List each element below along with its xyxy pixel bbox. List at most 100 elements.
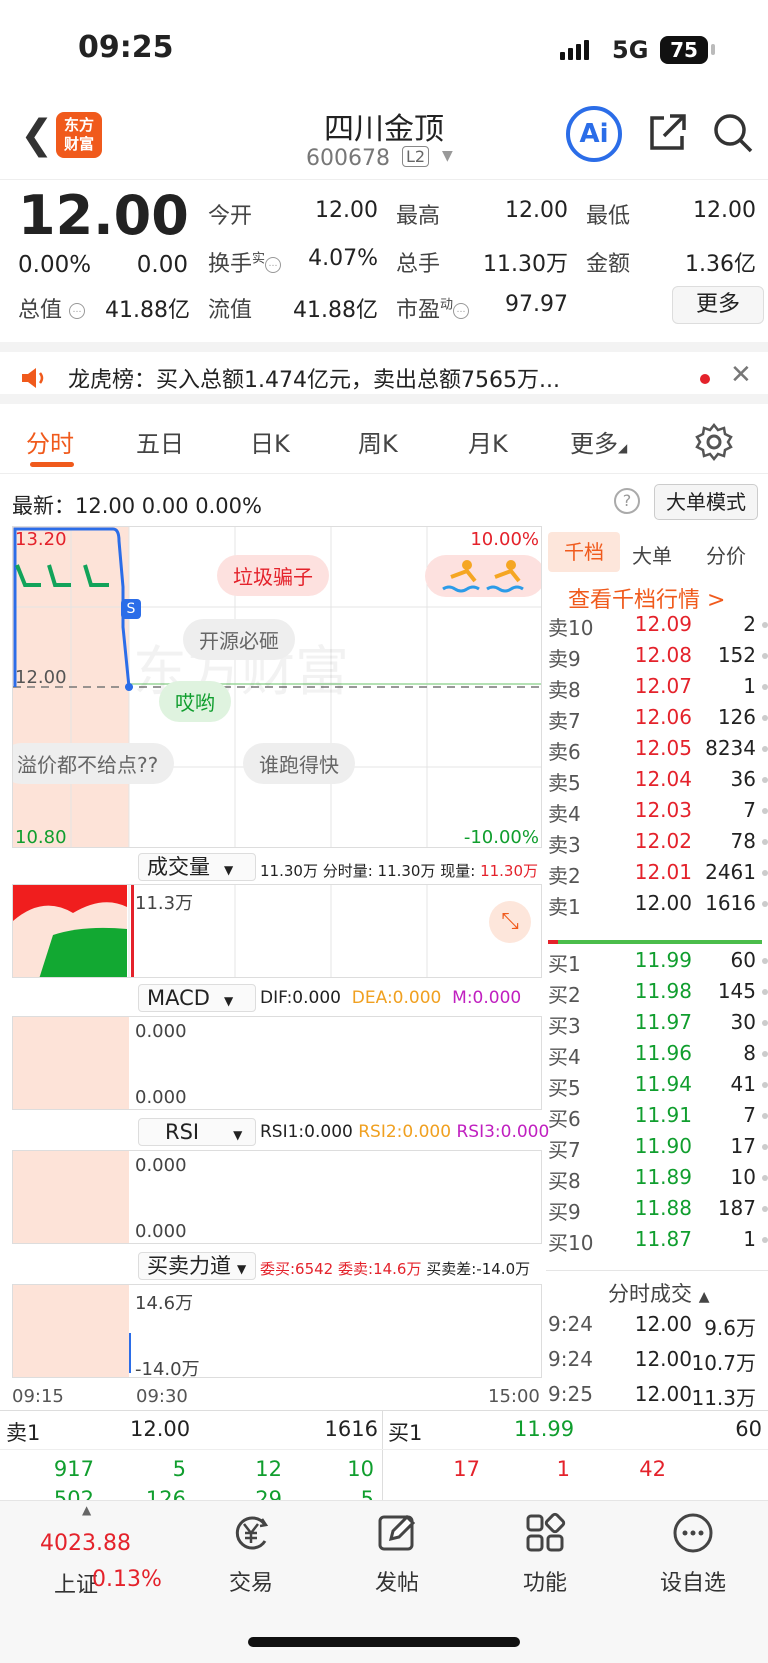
buy-queue-item: 1	[556, 1457, 570, 1481]
level-dot	[762, 622, 768, 628]
tab-intraday[interactable]: 分时	[26, 424, 74, 459]
help-icon[interactable]: ?	[614, 488, 640, 514]
rsi-panel[interactable]: 0.000 0.000	[12, 1150, 542, 1244]
close-icon[interactable]: ✕	[730, 360, 752, 390]
open-value: 12.00	[315, 198, 378, 223]
trades-title[interactable]: 分时成交 ▲	[608, 1278, 709, 1308]
tab-big-orders[interactable]: 大单	[632, 540, 672, 569]
buy-level-row[interactable]: 买6 11.91 7	[548, 1103, 768, 1133]
sum-sell-vol: 1616	[324, 1417, 378, 1441]
nav-function[interactable]: 功能	[490, 1511, 600, 1597]
tab-thousand-levels[interactable]: 千档	[548, 532, 620, 572]
comment-tag[interactable]: 开源必砸	[183, 619, 295, 660]
nav-post[interactable]: 发帖	[342, 1511, 452, 1597]
divider	[546, 1270, 768, 1271]
sell-level-row[interactable]: 卖8 12.07 1	[548, 674, 768, 704]
buy-level-row[interactable]: 买3 11.97 30	[548, 1010, 768, 1040]
view-levels-link[interactable]: 查看千档行情 >	[568, 582, 725, 614]
level-price: 12.01	[634, 860, 692, 884]
volume-selector[interactable]: 成交量 ▼	[138, 853, 256, 881]
volume-panel[interactable]: 11.3万 ⤡	[12, 884, 542, 978]
tab-price-dist[interactable]: 分价	[706, 540, 746, 569]
sell-level-row[interactable]: 卖9 12.08 152	[548, 643, 768, 673]
sell-level-row[interactable]: 卖4 12.03 7	[548, 798, 768, 828]
buy-queue-item: 42	[639, 1457, 666, 1481]
power-panel[interactable]: 14.6万 -14.0万	[12, 1284, 542, 1378]
s-marker-icon[interactable]: S	[121, 599, 141, 619]
macd-selector[interactable]: MACD ▼	[138, 984, 256, 1012]
level-dot	[762, 839, 768, 845]
nav-add-watch[interactable]: 设自选	[638, 1511, 748, 1597]
macd-top: 0.000	[135, 1021, 187, 1042]
buy-level-row[interactable]: 买10 11.87 1	[548, 1227, 768, 1257]
buy-level-row[interactable]: 买8 11.89 10	[548, 1165, 768, 1195]
gear-icon[interactable]	[694, 422, 734, 462]
comment-tag[interactable]: 谁跑得快	[243, 743, 355, 784]
macd-panel[interactable]: 0.000 0.000	[12, 1016, 542, 1110]
nav-trade[interactable]: 交易	[196, 1511, 306, 1597]
big-order-mode-button[interactable]: 大单模式	[654, 484, 758, 520]
level-volume: 1	[743, 1227, 756, 1251]
buy-level-row[interactable]: 买5 11.94 41	[548, 1072, 768, 1102]
share-icon[interactable]	[648, 112, 688, 152]
tab-weekly-k[interactable]: 周K	[358, 424, 398, 459]
buy-level-row[interactable]: 买1 11.99 60	[548, 948, 768, 978]
open-label: 今开	[208, 204, 253, 229]
sell-level-row[interactable]: 卖5 12.04 36	[548, 767, 768, 797]
level-volume: 60	[730, 948, 756, 972]
search-icon[interactable]	[712, 112, 754, 154]
level-volume: 7	[743, 1103, 756, 1127]
rsi-top: 0.000	[135, 1155, 187, 1176]
divider	[0, 1449, 768, 1450]
level-volume: 2	[743, 612, 756, 636]
sell-level-row[interactable]: 卖1 12.00 1616	[548, 891, 768, 921]
ai-button[interactable]: Ai	[566, 106, 622, 162]
buy-level-row[interactable]: 买7 11.90 17	[548, 1134, 768, 1164]
rsi-info: RSI1:0.000 RSI2:0.000 RSI3:0.000	[260, 1122, 550, 1142]
sell-level-row[interactable]: 卖7 12.06 126	[548, 705, 768, 735]
chevron-down-icon[interactable]: ▼	[442, 148, 453, 164]
power-selector[interactable]: 买卖力道 ▼	[138, 1252, 256, 1280]
level-dot	[762, 958, 768, 964]
level-volume: 41	[730, 1072, 756, 1096]
sell-queue-item: 917	[53, 1457, 94, 1481]
level-label: 买2	[548, 983, 581, 1007]
intraday-chart[interactable]: S 东方财富 垃圾骗子 开源必砸 哎哟 溢价都不给点?? 谁跑得快 13.20 …	[12, 526, 542, 848]
level-volume: 1	[743, 674, 756, 698]
index-pct[interactable]: 0.13%	[92, 1567, 162, 1592]
grid-icon	[526, 1512, 566, 1552]
index-value[interactable]: 4023.88	[40, 1531, 131, 1556]
high-label: 最高	[396, 204, 441, 229]
tab-more[interactable]: 更多◢	[570, 424, 627, 459]
more-button[interactable]: 更多	[672, 286, 764, 324]
buy-queue-item: 17	[453, 1457, 480, 1481]
comment-tag[interactable]: 哎哟	[159, 681, 231, 722]
sell-level-row[interactable]: 卖6 12.05 8234	[548, 736, 768, 766]
buy-level-row[interactable]: 买2 11.98 145	[548, 979, 768, 1009]
expand-icon[interactable]: ⤡	[489, 901, 531, 943]
amount-label: 金额	[586, 252, 631, 277]
stock-code[interactable]: 600678	[306, 146, 390, 171]
notice-bar[interactable]: 龙虎榜：买入总额1.474亿元，卖出总额7565万... ✕	[0, 342, 768, 404]
sell-level-row[interactable]: 卖2 12.01 2461	[548, 860, 768, 890]
sell-level-row[interactable]: 卖10 12.09 2	[548, 612, 768, 642]
sell-level-row[interactable]: 卖3 12.02 78	[548, 829, 768, 859]
chevron-up-icon[interactable]: ▲	[82, 1503, 91, 1517]
buy-level-row[interactable]: 买9 11.88 187	[548, 1196, 768, 1226]
tab-five-day[interactable]: 五日	[136, 424, 184, 459]
level-price: 12.03	[634, 798, 692, 822]
rsi-selector[interactable]: RSI ▼	[138, 1118, 256, 1146]
buy-level-row[interactable]: 买4 11.96 8	[548, 1041, 768, 1071]
trade-volume: 10.7万	[691, 1351, 756, 1375]
comment-tag[interactable]: 溢价都不给点??	[13, 743, 175, 784]
tab-daily-k[interactable]: 日K	[250, 424, 290, 459]
tab-monthly-k[interactable]: 月K	[468, 424, 508, 459]
comment-tag[interactable]: 垃圾骗子	[217, 555, 329, 596]
pe-value: 97.97	[505, 292, 568, 317]
level-volume: 145	[717, 979, 756, 1003]
level-dot	[762, 1237, 768, 1243]
level-dot	[762, 1020, 768, 1026]
level-dot	[762, 989, 768, 995]
ratio-bar-red	[548, 940, 558, 944]
trade-price: 12.00	[634, 1312, 692, 1336]
